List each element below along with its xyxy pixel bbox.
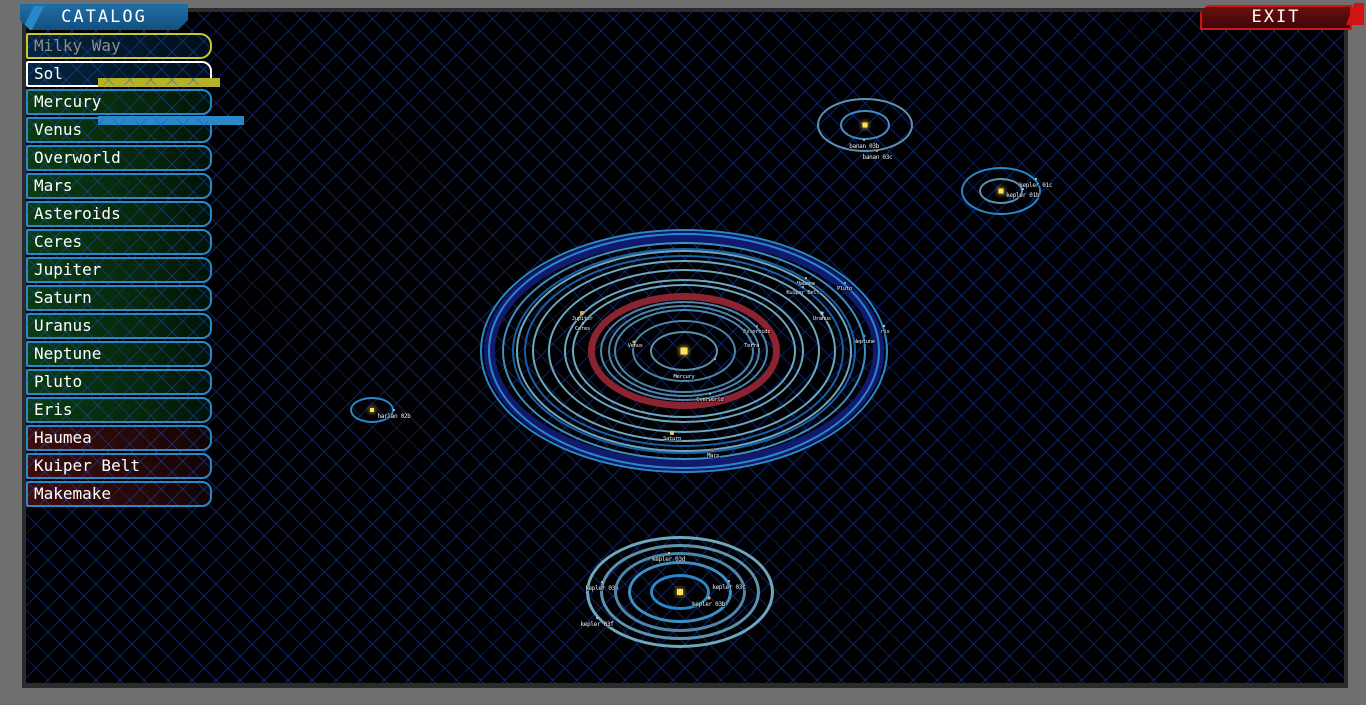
catalog-item-label: Ceres [34,232,83,251]
catalog-item-makemake[interactable]: Makemake [26,481,212,507]
planet-marker-mars[interactable] [711,448,715,452]
star-marker[interactable] [862,122,868,128]
catalog-item-label: Venus [34,120,83,139]
planet-marker-ceres[interactable] [581,321,584,324]
planet-marker-kepler-03b[interactable] [707,596,711,600]
catalog-panel: CATALOG Milky Way Sol Mercury Venus Overworl… [2,4,244,509]
catalog-item-label: Uranus [34,316,92,335]
galaxy-map-viewport[interactable]: Eris Pluto Neptune Haumea Mars Kuiper Belt Ura… [26,12,1344,683]
catalog-item-pluto[interactable]: Pluto [26,369,212,395]
planet-label: banan 03b [849,142,880,150]
catalog-item-eris[interactable]: Eris [26,397,212,423]
catalog-item-label: Mars [34,176,73,195]
planet-marker-banan-03b[interactable] [863,138,866,141]
planet-marker-kepler-03e[interactable] [600,581,603,584]
planet-label: kepler 01c [1019,182,1053,189]
planet-label: kepler 01b [1006,191,1040,199]
star-marker[interactable] [677,589,683,595]
catalog-header-slash-icon [22,6,44,30]
planet-marker-kepler-01c[interactable] [1034,178,1037,180]
catalog-item-label: Overworld [34,148,121,167]
catalog-item-kuiper-belt[interactable]: Kuiper Belt [26,453,212,479]
planet-label: kepler 03c [712,584,746,592]
planet-label: Overworld [696,397,724,404]
planet-label: banan 03c [862,154,893,162]
catalog-item-label: Haumea [34,428,92,447]
catalog-current-underline [98,116,244,125]
planet-label: Uranus [812,315,831,322]
catalog-item-uranus[interactable]: Uranus [26,313,212,339]
catalog-item-overworld[interactable]: Overworld [26,145,212,171]
planet-marker-pluto[interactable] [843,282,846,285]
catalog-header-label: CATALOG [61,7,147,27]
exit-button[interactable]: EXIT [1200,5,1352,30]
planet-marker-harlan-02b[interactable] [393,409,395,411]
planet-marker-eris[interactable] [882,324,885,327]
planet-label: Ceres [574,325,591,332]
catalog-item-haumea[interactable]: Haumea [26,425,212,451]
catalog-item-list: Milky Way Sol Mercury Venus Overworld Mars Ast… [2,33,212,507]
star-marker[interactable] [370,408,374,412]
catalog-item-label: Sol [34,64,63,83]
planet-label: kepler 03b [691,600,726,608]
catalog-item-jupiter[interactable]: Jupiter [26,257,212,283]
star-marker[interactable] [998,188,1004,194]
planet-marker-neptune[interactable] [862,334,866,338]
planet-marker-kepler-03d[interactable] [667,551,670,554]
catalog-item-mercury[interactable]: Mercury [26,89,212,115]
catalog-item-label: Mercury [34,92,102,111]
planet-label: Neptune [853,338,875,345]
catalog-item-label: Saturn [34,288,92,307]
planet-marker-haumea[interactable] [804,277,807,280]
planet-marker-kepler-03f[interactable] [596,617,599,620]
catalog-item-label: Pluto [34,372,83,391]
planet-label: Saturn [663,435,682,442]
planet-label: harlan 02b [377,413,411,420]
planet-marker-kepler-01b[interactable] [1021,187,1024,190]
planet-marker-kepler-03c[interactable] [727,580,730,583]
planet-marker-overworld[interactable] [708,393,711,396]
planet-label: Terra [744,343,760,350]
planet-marker-jupiter[interactable] [580,310,585,315]
planet-label: kepler 03f [580,621,614,629]
catalog-item-label: Eris [34,400,73,419]
planet-marker-saturn[interactable] [670,430,675,435]
catalog-item-saturn[interactable]: Saturn [26,285,212,311]
exit-button-label: EXIT [1251,7,1301,27]
catalog-header: CATALOG [20,4,188,30]
game-screen: Eris Pluto Neptune Haumea Mars Kuiper Belt Ura… [0,0,1366,705]
catalog-parent-underline [98,78,220,87]
catalog-item-label: Makemake [34,484,112,503]
system-map-layer: Eris Pluto Neptune Haumea Mars Kuiper Belt Ura… [26,12,1344,683]
planet-marker-uranus[interactable] [820,311,824,315]
catalog-item-milky-way[interactable]: Milky Way [26,33,212,59]
catalog-item-label: Neptune [34,344,102,363]
catalog-item-asteroids[interactable]: Asteroids [26,201,212,227]
planet-marker-kuiper-belt[interactable] [801,285,804,288]
catalog-item-label: Asteroids [34,204,121,223]
catalog-item-label: Milky Way [34,36,121,55]
planet-label: Venus [627,343,643,350]
catalog-item-mars[interactable]: Mars [26,173,212,199]
catalog-item-label: Kuiper Belt [34,456,140,475]
planet-label: Mars [707,453,720,460]
planet-label: Pluto [837,286,853,293]
catalog-item-neptune[interactable]: Neptune [26,341,212,367]
planet-marker-banan-03c[interactable] [876,150,879,153]
planet-marker-asteroids[interactable] [755,325,758,327]
catalog-item-ceres[interactable]: Ceres [26,229,212,255]
planet-label: Mercury [673,374,695,380]
star-marker[interactable] [680,347,688,355]
catalog-item-label: Jupiter [34,260,102,279]
planet-marker-mercury[interactable] [714,358,717,361]
